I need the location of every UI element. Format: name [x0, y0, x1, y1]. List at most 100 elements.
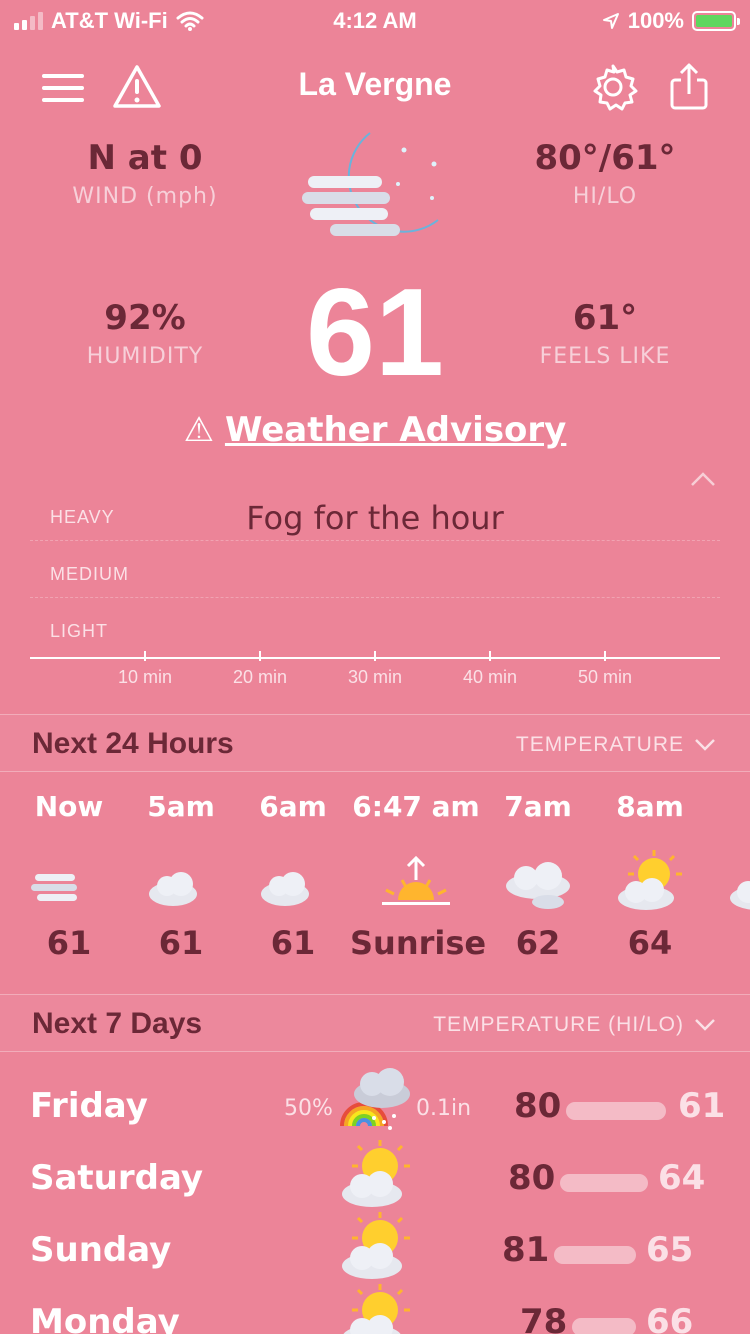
cloudy-icon — [506, 862, 570, 909]
temp-range-bar — [566, 1102, 666, 1120]
hour-item[interactable]: 7am 62 — [482, 790, 594, 962]
hour-time: 5am — [147, 790, 215, 823]
battery-percent: 100% — [627, 8, 684, 33]
precip-tick — [144, 651, 146, 661]
hour-sunrise-label: Sunrise — [350, 924, 487, 962]
chevron-down-icon — [695, 739, 715, 751]
hour-time: 6:47 am — [352, 790, 480, 823]
day-name: Monday — [30, 1302, 180, 1334]
hilo-label: HI/LO — [572, 184, 638, 209]
humidity-metric: 92% HUMIDITY — [30, 298, 260, 369]
precip-tick-label: 50 min — [577, 667, 633, 687]
day-row[interactable]: Saturday 80 64 — [0, 1140, 750, 1216]
precip-level-row: LIGHT — [30, 599, 720, 655]
precip-level-row: MEDIUM — [30, 542, 720, 598]
location-arrow-icon — [602, 13, 619, 29]
precip-tick — [604, 651, 606, 661]
hour-item[interactable]: 5am 61 — [125, 790, 237, 962]
day-row[interactable]: Monday 78 66 — [0, 1284, 750, 1334]
wind-value: N at 0 — [87, 138, 203, 178]
hour-temp: 61 — [46, 924, 92, 962]
next-24-hours-header: Next 24 Hours TEMPERATURE — [0, 714, 750, 772]
feels-like-value: 61° — [572, 298, 638, 338]
day-name: Friday — [30, 1086, 148, 1126]
sunrise-icon — [382, 855, 450, 905]
feels-like-metric: 61° FEELS LIKE — [490, 298, 720, 369]
night-cloudy-icon — [149, 854, 215, 906]
temp-range-bar — [560, 1174, 648, 1192]
day-low: 66 — [646, 1302, 694, 1334]
precip-chance: 50% — [284, 1096, 333, 1121]
status-bar: AT&T Wi-Fi 4:12 AM 100% — [0, 0, 750, 40]
day-name: Sunday — [30, 1230, 172, 1270]
day-high: 78 — [520, 1302, 568, 1334]
night-fog-icon — [302, 132, 439, 236]
share-icon[interactable] — [664, 62, 714, 112]
hour-time: Now — [34, 790, 104, 823]
top-navigation: La Vergne — [0, 56, 750, 116]
hour-time: 7am — [504, 790, 572, 823]
day-low: 61 — [678, 1086, 726, 1126]
day-high: 80 — [508, 1158, 556, 1198]
hilo-metric: 80°/61° HI/LO — [490, 138, 720, 209]
day-high: 80 — [514, 1086, 562, 1126]
next-7-days-header: Next 7 Days TEMPERATURE (HI/LO) — [0, 994, 750, 1052]
partly-sunny-icon — [730, 881, 750, 910]
hourly-metric-label: TEMPERATURE — [515, 733, 684, 756]
precip-message: Fog for the hour — [246, 499, 504, 537]
wind-label: WIND (mph) — [72, 184, 218, 209]
precipitation-minute-chart: HEAVY MEDIUM LIGHT Fog for the hour 10 m… — [30, 485, 720, 695]
precip-level-light: LIGHT — [50, 621, 109, 641]
weather-advisory-link[interactable]: ⚠ Weather Advisory — [0, 410, 750, 450]
next-24-hours-title: Next 24 Hours — [32, 727, 234, 760]
precip-tick-label: 20 min — [232, 667, 288, 687]
hour-item[interactable]: Now 61 — [13, 790, 125, 962]
precip-tick — [259, 651, 261, 661]
precip-tick — [374, 651, 376, 661]
hour-time: 6am — [259, 790, 327, 823]
hour-temp: 61 — [158, 924, 204, 962]
day-name: Saturday — [30, 1158, 204, 1198]
precip-tick-label: 40 min — [462, 667, 518, 687]
precip-tick-label: 10 min — [117, 667, 173, 687]
partly-sunny-icon — [343, 1284, 410, 1334]
precip-tick-label: 30 min — [347, 667, 403, 687]
chevron-down-icon — [695, 1019, 715, 1031]
partly-sunny-icon — [342, 1212, 410, 1279]
day-row[interactable]: Sunday 81 65 — [0, 1212, 750, 1288]
hilo-value: 80°/61° — [534, 138, 676, 178]
wind-metric: N at 0 WIND (mph) — [30, 138, 260, 209]
partly-sunny-icon — [342, 1140, 410, 1207]
day-row[interactable]: Friday 50% 0.1in 80 61 — [0, 1068, 750, 1144]
temp-range-bar — [572, 1318, 636, 1334]
hour-temp: 6 — [706, 924, 750, 962]
day-low: 64 — [658, 1158, 706, 1198]
temp-range-bar — [554, 1246, 636, 1264]
day-high: 81 — [502, 1230, 550, 1270]
feels-like-label: FEELS LIKE — [539, 344, 671, 369]
night-cloudy-icon — [261, 854, 327, 906]
current-temperature: 61 — [306, 264, 444, 402]
hour-temp: 62 — [515, 924, 561, 962]
hour-item[interactable]: 9 6 — [706, 790, 750, 962]
night-fog-icon — [31, 854, 103, 906]
daily-metric-selector[interactable]: TEMPERATURE (HI/LO) — [433, 1013, 716, 1037]
hour-temp: 64 — [627, 924, 673, 962]
next-7-days-title: Next 7 Days — [32, 1007, 203, 1040]
precip-tick — [489, 651, 491, 661]
settings-gear-icon[interactable] — [588, 62, 638, 112]
day-low: 65 — [646, 1230, 694, 1270]
battery-icon — [692, 11, 740, 31]
hour-item[interactable]: 6:47 am Sunrise — [350, 790, 487, 962]
hour-temp: 61 — [270, 924, 316, 962]
humidity-value: 92% — [104, 298, 186, 338]
hour-time: 9 — [706, 790, 750, 830]
precip-amount: 0.1in — [416, 1096, 472, 1121]
hour-item[interactable]: 8am 64 — [594, 790, 706, 962]
advisory-label[interactable]: Weather Advisory — [225, 410, 566, 450]
hourly-forecast-strip[interactable]: Now 61 5am 61 6am 61 6:47 am Sunrise 7am… — [0, 790, 750, 990]
precip-level-medium: MEDIUM — [50, 564, 129, 584]
hour-item[interactable]: 6am 61 — [237, 790, 349, 962]
hourly-metric-selector[interactable]: TEMPERATURE — [516, 733, 716, 757]
humidity-label: HUMIDITY — [86, 344, 204, 369]
